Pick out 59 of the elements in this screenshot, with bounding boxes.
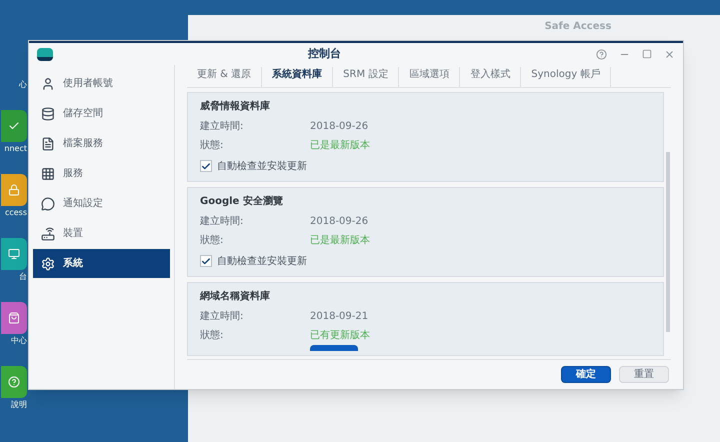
status-text: 已是最新版本 (310, 138, 370, 153)
sidebar-item[interactable]: 系統 (33, 249, 170, 278)
monitor-icon[interactable] (1, 238, 27, 270)
router-icon (41, 226, 55, 240)
sidebar-item[interactable]: 檔案服務 (33, 129, 170, 158)
desktop-icon-label: 說明 (11, 399, 27, 411)
field-label: 狀態: (200, 328, 224, 343)
tab[interactable]: 區域選項 (399, 67, 460, 87)
field-label: 建立時間: (200, 310, 244, 324)
lock-icon[interactable] (1, 174, 27, 206)
sidebar-item[interactable]: 服務 (33, 159, 170, 188)
section-title: 威脅情報資料庫 (200, 99, 271, 114)
bag-icon[interactable] (1, 302, 27, 334)
window-title: 控制台 (306, 46, 342, 62)
update-button[interactable] (310, 345, 358, 351)
field-value: 2018-09-26 (310, 215, 368, 229)
field-value: 2018-09-21 (310, 310, 368, 324)
checkbox[interactable] (200, 160, 212, 172)
desktop-icon-label: 心 (19, 79, 27, 91)
status-text: 已有更新版本 (310, 328, 370, 343)
sidebar-item[interactable]: 使用者帳號 (33, 69, 170, 98)
scrollbar[interactable] (666, 152, 670, 332)
help-icon[interactable] (596, 48, 607, 60)
status-text: 已是最新版本 (310, 234, 370, 248)
sidebar-item[interactable]: 通知設定 (33, 189, 170, 218)
reset-button[interactable]: 重置 (619, 366, 669, 383)
field-label: 狀態: (200, 138, 224, 153)
chat-icon (41, 196, 55, 210)
sidebar-item[interactable]: 儲存空間 (33, 99, 170, 128)
app-icon (37, 48, 53, 60)
field-label: 建立時間: (200, 120, 244, 134)
maximize-icon[interactable] (642, 48, 652, 58)
desktop-icon-label: 中心 (11, 335, 27, 347)
grid-icon (41, 166, 55, 180)
tab[interactable]: 系統資料庫 (262, 67, 334, 87)
sidebar-item[interactable]: 裝置 (33, 219, 170, 248)
tab[interactable]: 更新 & 還原 (187, 67, 262, 87)
gear-icon (41, 256, 55, 270)
tab[interactable]: 登入樣式 (460, 67, 522, 87)
checkbox[interactable] (200, 255, 212, 267)
desktop-icon-label: nnect (4, 143, 27, 155)
checkbox-label: 自動檢查並安裝更新 (217, 254, 307, 268)
field-value: 2018-09-26 (310, 120, 368, 134)
section-title: Google 安全瀏覽 (200, 194, 284, 209)
desktop-icon-label: 台 (19, 271, 27, 283)
field-label: 建立時間: (200, 214, 244, 229)
help-icon[interactable] (1, 366, 27, 398)
close-icon[interactable] (664, 48, 675, 60)
file-icon (41, 136, 55, 150)
user-icon (41, 76, 55, 90)
database-icon (41, 106, 55, 120)
tab[interactable]: SRM 設定 (333, 67, 400, 87)
field-label: 狀態: (200, 234, 224, 248)
desktop-icon-label: ccess (4, 207, 27, 219)
section-title: 網域名稱資料庫 (200, 289, 271, 304)
tab[interactable]: Synology 帳戶 (521, 67, 612, 87)
background-window-title: Safe Access (544, 20, 612, 34)
confirm-button[interactable]: 確定 (561, 366, 611, 383)
checkbox-label: 自動檢查並安裝更新 (217, 160, 307, 174)
